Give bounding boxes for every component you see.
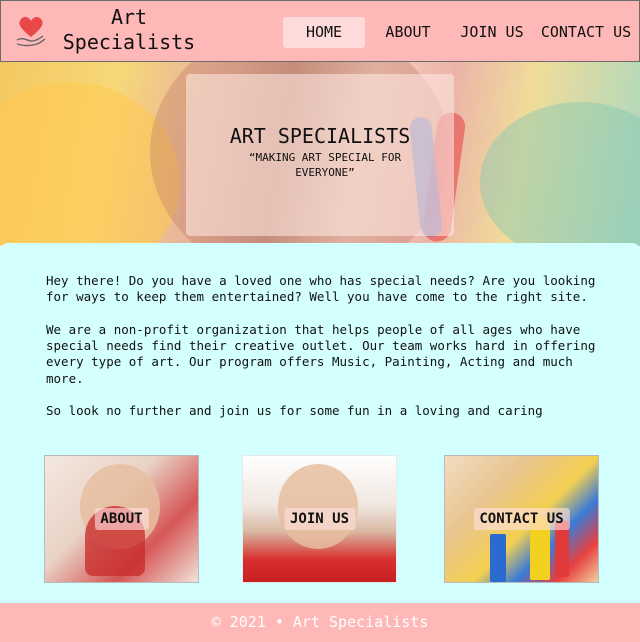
nav-about[interactable]: ABOUT (375, 17, 441, 48)
join-us-card[interactable]: JOIN US (242, 455, 397, 583)
intro-paragraph: Hey there! Do you have a loved one who h… (46, 273, 596, 305)
contact-us-card[interactable]: CONTACT US (444, 455, 599, 583)
brand-name[interactable]: Art Specialists (61, 5, 197, 55)
hero-title: ART SPECIALISTS (229, 124, 411, 148)
join-us-card-label: JOIN US (283, 508, 356, 530)
hero-banner: ART SPECIALISTS “MAKING ART SPECIAL FOR … (0, 62, 640, 246)
brand-line-1: Art (110, 5, 148, 29)
card-photo-shape (490, 534, 506, 582)
site-footer: © 2021 • Art Specialists (0, 603, 640, 642)
footer-copyright: © 2021 • Art Specialists (211, 613, 429, 631)
hero-subtitle: “MAKING ART SPECIAL FOR EVERYONE” (248, 151, 402, 179)
nav-join-us[interactable]: JOIN US (453, 17, 531, 48)
contact-us-card-label: CONTACT US (473, 508, 570, 530)
heart-hand-logo-icon (16, 17, 46, 47)
site-header: Art Specialists HOME ABOUT JOIN US CONTA… (0, 0, 640, 62)
about-card-label: ABOUT (94, 508, 149, 530)
brand-line-2: Specialists (62, 30, 196, 54)
nav-contact-us[interactable]: CONTACT US (537, 17, 635, 48)
hero-background-shape (480, 102, 640, 246)
about-card[interactable]: ABOUT (44, 455, 199, 583)
card-photo-shape (278, 464, 358, 549)
mission-paragraph: We are a non-profit organization that he… (46, 322, 596, 386)
invite-paragraph: So look no further and join us for some … (46, 403, 543, 418)
nav-home[interactable]: HOME (283, 17, 365, 48)
main-content: Hey there! Do you have a loved one who h… (0, 243, 640, 603)
